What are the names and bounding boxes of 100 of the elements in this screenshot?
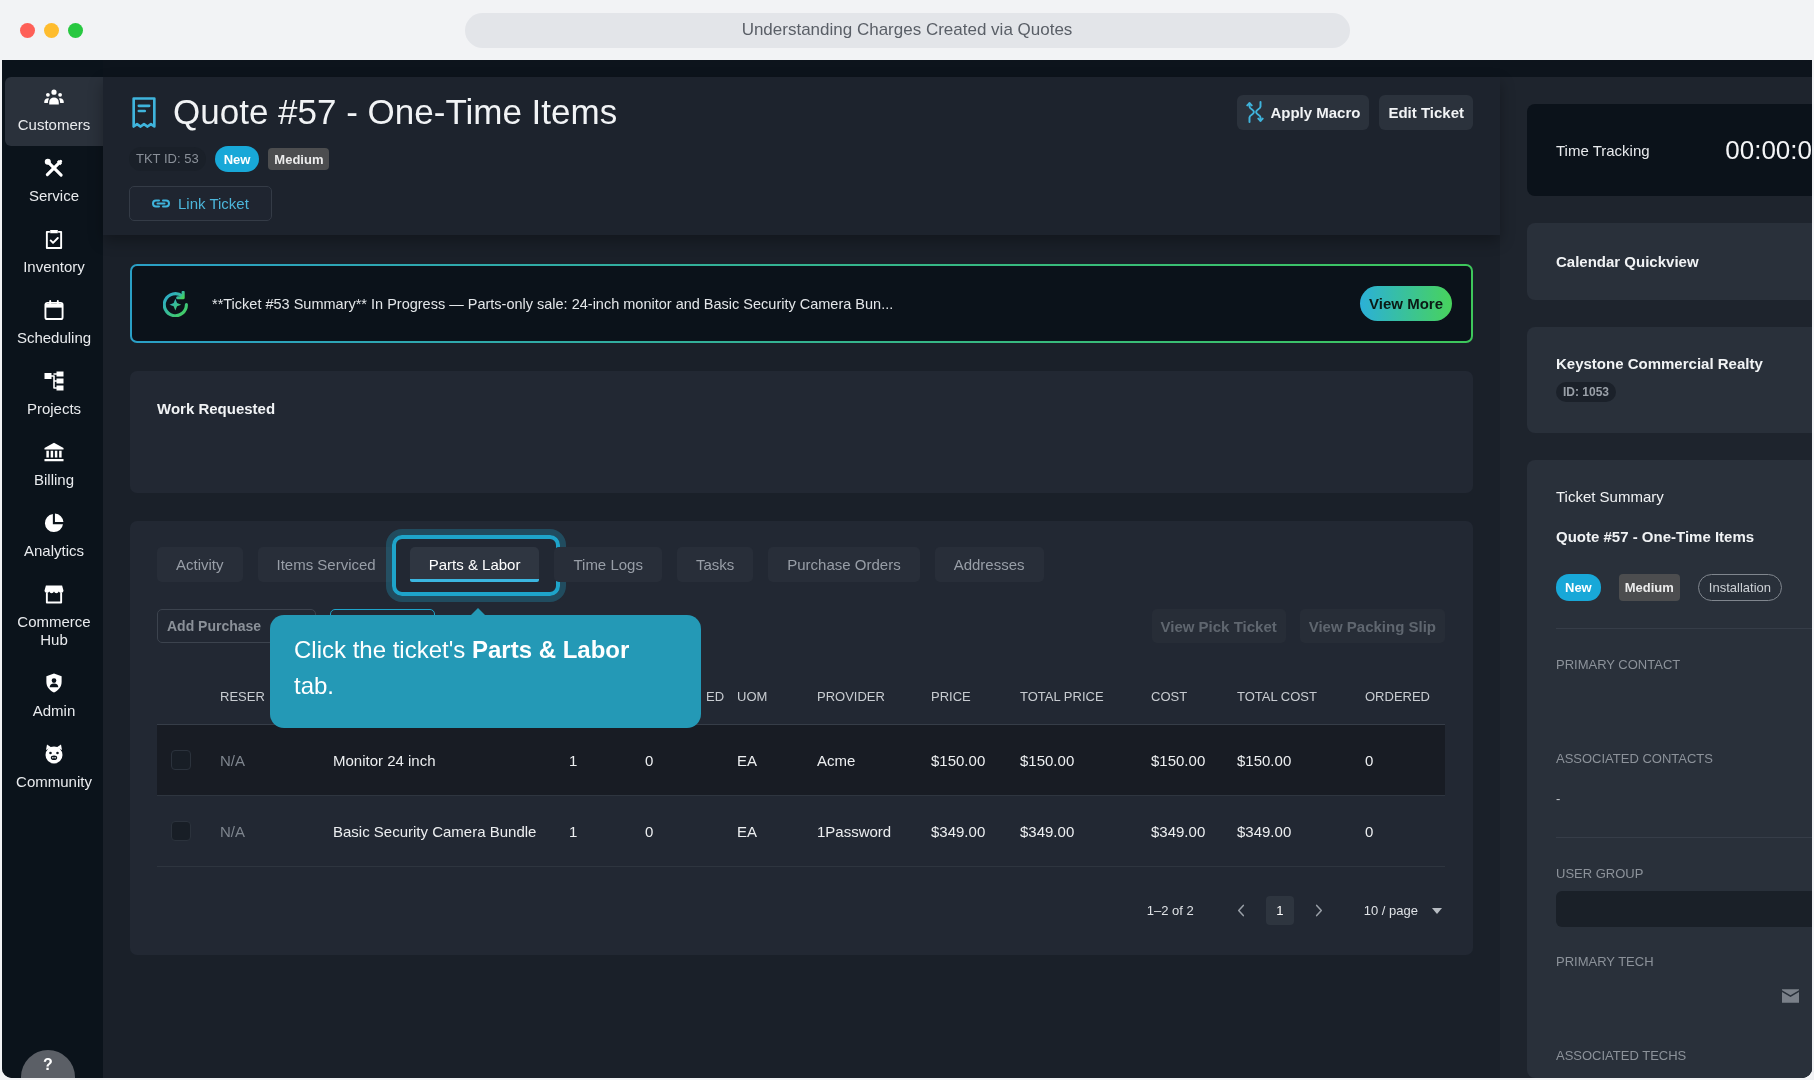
sparkle-refresh-icon bbox=[163, 290, 189, 317]
sidebar-item[interactable]: Billing bbox=[5, 432, 103, 501]
column-header: ED bbox=[706, 689, 725, 704]
column-header: ORDERED bbox=[1365, 689, 1430, 704]
view-more-button[interactable]: View More bbox=[1360, 286, 1452, 321]
tab[interactable]: Purchase Orders bbox=[768, 547, 920, 582]
caret-icon bbox=[1432, 907, 1442, 914]
table-cell: $150.00 bbox=[1151, 751, 1206, 769]
address-bar: Understanding Charges Created via Quotes bbox=[464, 12, 1350, 48]
table-cell: 1 bbox=[569, 751, 578, 769]
customer-name: Keystone Commercial Realty bbox=[1556, 354, 1764, 374]
pig-face-icon bbox=[44, 744, 64, 764]
table-cell: $150.00 bbox=[931, 751, 986, 769]
mail-icon[interactable] bbox=[1782, 989, 1799, 1003]
table-cell: 0 bbox=[645, 822, 654, 840]
sidebar-item[interactable]: Scheduling bbox=[5, 290, 103, 359]
link-icon bbox=[152, 199, 170, 208]
table-cell: Basic Security Camera Bundle bbox=[333, 822, 537, 840]
card-title: Ticket Summary bbox=[1556, 487, 1665, 507]
chevron-left-icon[interactable] bbox=[1236, 904, 1245, 917]
table-cell: $150.00 bbox=[1020, 751, 1075, 769]
card-title: Time Tracking bbox=[1556, 141, 1650, 159]
help-button[interactable]: ? bbox=[21, 1050, 75, 1078]
pie-chart-icon bbox=[44, 513, 64, 533]
hierarchy-icon bbox=[44, 371, 64, 391]
table-cell: 0 bbox=[645, 751, 654, 769]
status-badge: New bbox=[214, 146, 260, 172]
zoom-window-icon[interactable] bbox=[68, 22, 83, 38]
section-title: Work Requested bbox=[157, 400, 276, 417]
tab[interactable]: Addresses bbox=[934, 547, 1044, 582]
tab[interactable]: Tasks bbox=[676, 547, 754, 582]
priority-badge: Medium bbox=[1618, 574, 1680, 601]
field-value: - bbox=[1556, 791, 1561, 806]
column-header: TOTAL PRICE bbox=[1020, 689, 1104, 704]
table-cell: 1Password bbox=[817, 822, 892, 840]
column-header: COST bbox=[1151, 689, 1188, 704]
status-badge: New bbox=[1556, 574, 1601, 601]
sidebar-item[interactable]: Customers bbox=[5, 77, 103, 146]
field-label: ASSOCIATED TECHS bbox=[1556, 1048, 1688, 1064]
apply-macro-button[interactable]: Apply Macro bbox=[1237, 94, 1370, 130]
tab[interactable]: Parts & Labor bbox=[409, 547, 540, 582]
table-cell: Acme bbox=[817, 751, 856, 769]
table-cell: Monitor 24 inch bbox=[333, 751, 436, 769]
sidebar-item[interactable]: Service bbox=[5, 148, 103, 217]
clipboard-check-icon bbox=[44, 229, 64, 249]
ticket-id: TKT ID: 53 bbox=[129, 147, 206, 171]
column-header: UOM bbox=[737, 689, 768, 704]
chevron-right-icon[interactable] bbox=[1314, 904, 1323, 917]
crossing-arrows-icon bbox=[1246, 101, 1265, 123]
tab[interactable]: Time Logs bbox=[554, 547, 662, 582]
page-title: Quote #57 - One-Time Items bbox=[173, 91, 618, 133]
page-size-select[interactable]: 10 / page bbox=[1363, 903, 1445, 918]
table-cell: 0 bbox=[1365, 822, 1374, 840]
storefront-icon bbox=[44, 584, 64, 604]
table-cell: N/A bbox=[220, 822, 245, 840]
tab[interactable]: Activity bbox=[157, 547, 243, 582]
crossed-tools-icon bbox=[44, 158, 64, 178]
sidebar-item[interactable]: Projects bbox=[5, 361, 103, 430]
calendar-quickview-card[interactable]: Calendar Quickview bbox=[1527, 223, 1812, 300]
timer-text: 00:00:0 bbox=[1725, 134, 1812, 166]
sidebar-item[interactable]: Community bbox=[5, 734, 103, 803]
ticket-name: Quote #57 - One-Time Items bbox=[1556, 527, 1756, 547]
sidebar-item[interactable]: Inventory bbox=[5, 219, 103, 288]
shield-user-icon bbox=[44, 673, 64, 693]
customer-id: ID: 1053 bbox=[1556, 382, 1617, 402]
priority-badge: Medium bbox=[268, 148, 330, 170]
sidebar-item[interactable]: Commerce Hub bbox=[5, 574, 103, 661]
table-cell: $150.00 bbox=[1237, 751, 1292, 769]
input-field[interactable] bbox=[1556, 891, 1812, 927]
edit-ticket-button[interactable]: Edit Ticket bbox=[1379, 94, 1473, 130]
minimize-window-icon[interactable] bbox=[44, 22, 59, 38]
field-label: PRIMARY CONTACT bbox=[1556, 657, 1682, 673]
sidebar-item[interactable]: Admin bbox=[5, 663, 103, 732]
sidebar-item[interactable]: Analytics bbox=[5, 503, 103, 572]
table-cell: $349.00 bbox=[1151, 822, 1206, 840]
checkbox[interactable] bbox=[171, 750, 191, 770]
table-cell: EA bbox=[737, 822, 757, 840]
field-label: PRIMARY TECH bbox=[1556, 954, 1655, 970]
table-cell: $349.00 bbox=[1020, 822, 1075, 840]
column-header: PROVIDER bbox=[817, 689, 885, 704]
link-ticket-button[interactable]: Link Ticket bbox=[129, 186, 272, 221]
people-icon bbox=[44, 87, 64, 107]
bank-icon bbox=[44, 442, 64, 462]
table-cell: $349.00 bbox=[1237, 822, 1292, 840]
close-window-icon[interactable] bbox=[20, 22, 35, 38]
table-cell: EA bbox=[737, 751, 757, 769]
banner-text: **Ticket #53 Summary** In Progress — Parts-only sale: 24-inch monitor and Basic Security Camera Bun... bbox=[212, 295, 895, 312]
receipt-icon bbox=[132, 96, 156, 128]
pagination-range: 1–2 of 2 bbox=[1146, 903, 1194, 918]
column-header: RESER bbox=[220, 689, 265, 704]
table-cell: 1 bbox=[569, 822, 578, 840]
field-label: USER GROUP bbox=[1556, 866, 1645, 882]
table-cell: N/A bbox=[220, 751, 245, 769]
table-cell: 0 bbox=[1365, 751, 1374, 769]
calendar-icon bbox=[44, 300, 64, 320]
column-header: TOTAL COST bbox=[1237, 689, 1317, 704]
tooltip: Click the ticket's Parts & Labor tab. bbox=[270, 615, 701, 728]
table-cell: $349.00 bbox=[931, 822, 986, 840]
column-header: PRICE bbox=[931, 689, 971, 704]
page-button[interactable]: 1 bbox=[1265, 896, 1294, 925]
